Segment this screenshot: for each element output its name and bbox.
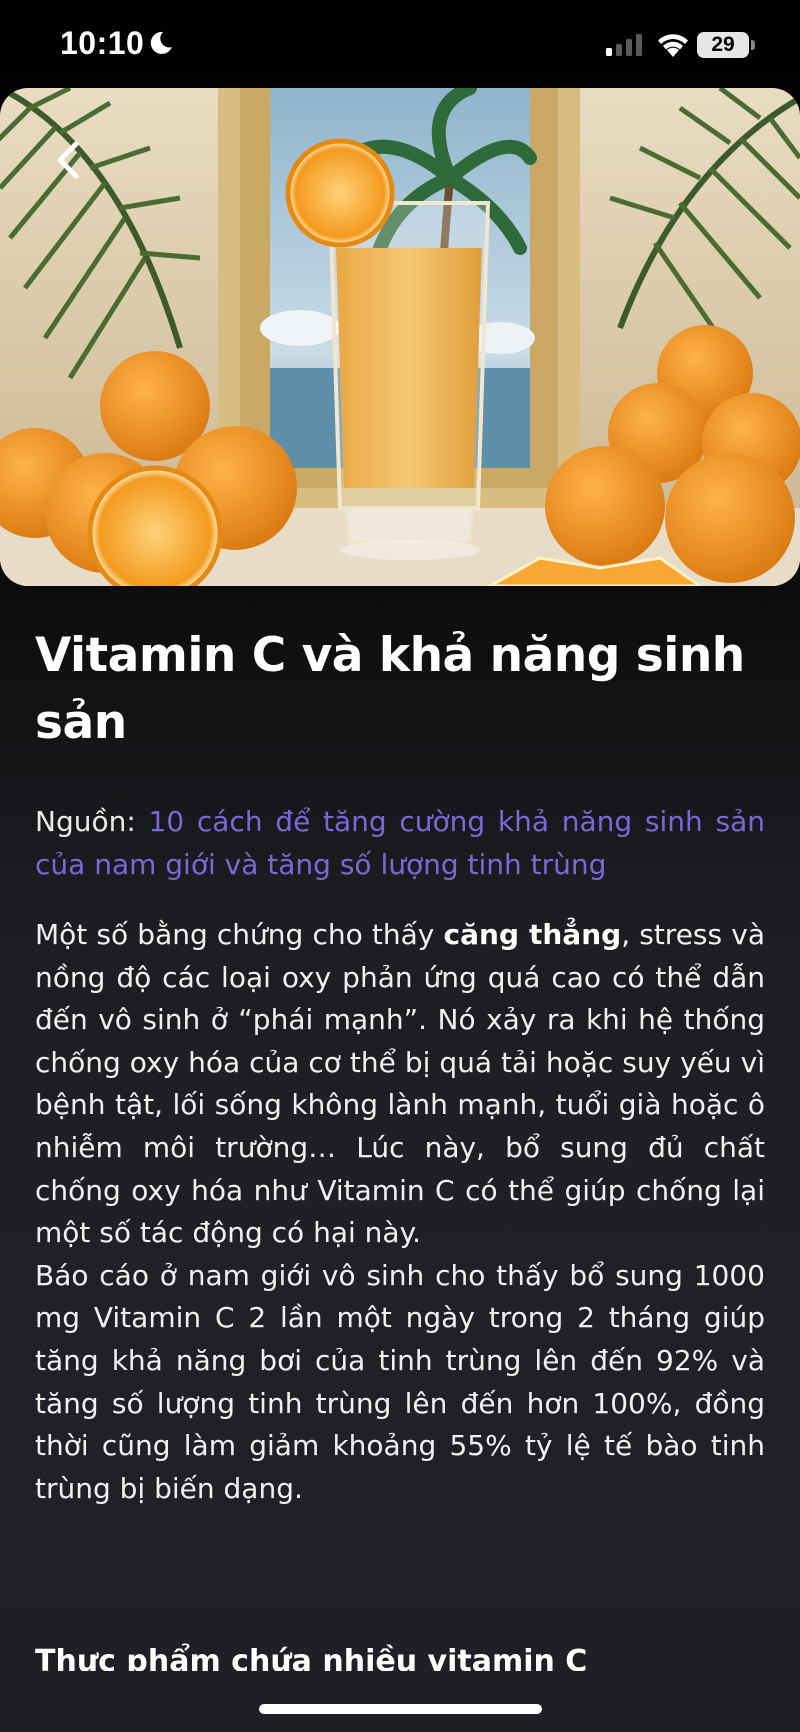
- subheading-container: Thực phẩm chứa nhiều vitamin C: [35, 1641, 765, 1671]
- signal-icon: [606, 34, 642, 56]
- battery-level: 29: [711, 33, 735, 56]
- home-indicator[interactable]: [259, 1704, 542, 1714]
- article-title: Vitamin C và khả năng sinh sản: [35, 628, 745, 750]
- wifi-icon: [658, 34, 688, 57]
- paragraph-1-before: Một số bằng chứng cho thấy: [35, 918, 444, 951]
- source-label: Nguồn:: [35, 805, 149, 838]
- back-button[interactable]: [40, 128, 96, 192]
- hero-image: [0, 88, 800, 586]
- article-body: Một số bằng chứng cho thấy căng thẳng, s…: [35, 914, 765, 1510]
- status-bar: 10:10 29: [0, 0, 800, 88]
- section-subheading: Thực phẩm chứa nhiều vitamin C: [35, 1644, 588, 1671]
- orange-juice-illustration: [0, 88, 800, 586]
- paragraph-1: Một số bằng chứng cho thấy căng thẳng, s…: [35, 914, 765, 1255]
- paragraph-2: Báo cáo ở nam giới vô sinh cho thấy bổ s…: [35, 1258, 765, 1505]
- chevron-left-icon: [57, 141, 79, 179]
- article-source: Nguồn: 10 cách để tăng cường khả năng si…: [35, 800, 765, 886]
- battery-icon: 29: [697, 32, 749, 58]
- paragraph-1-bold: căng thẳng: [443, 918, 622, 951]
- status-time: 10:10: [60, 25, 145, 61]
- battery-cap: [751, 40, 755, 50]
- paragraph-1-after: , stress và nồng độ các loại oxy phản ứn…: [35, 918, 765, 1250]
- moon-icon: [150, 31, 172, 54]
